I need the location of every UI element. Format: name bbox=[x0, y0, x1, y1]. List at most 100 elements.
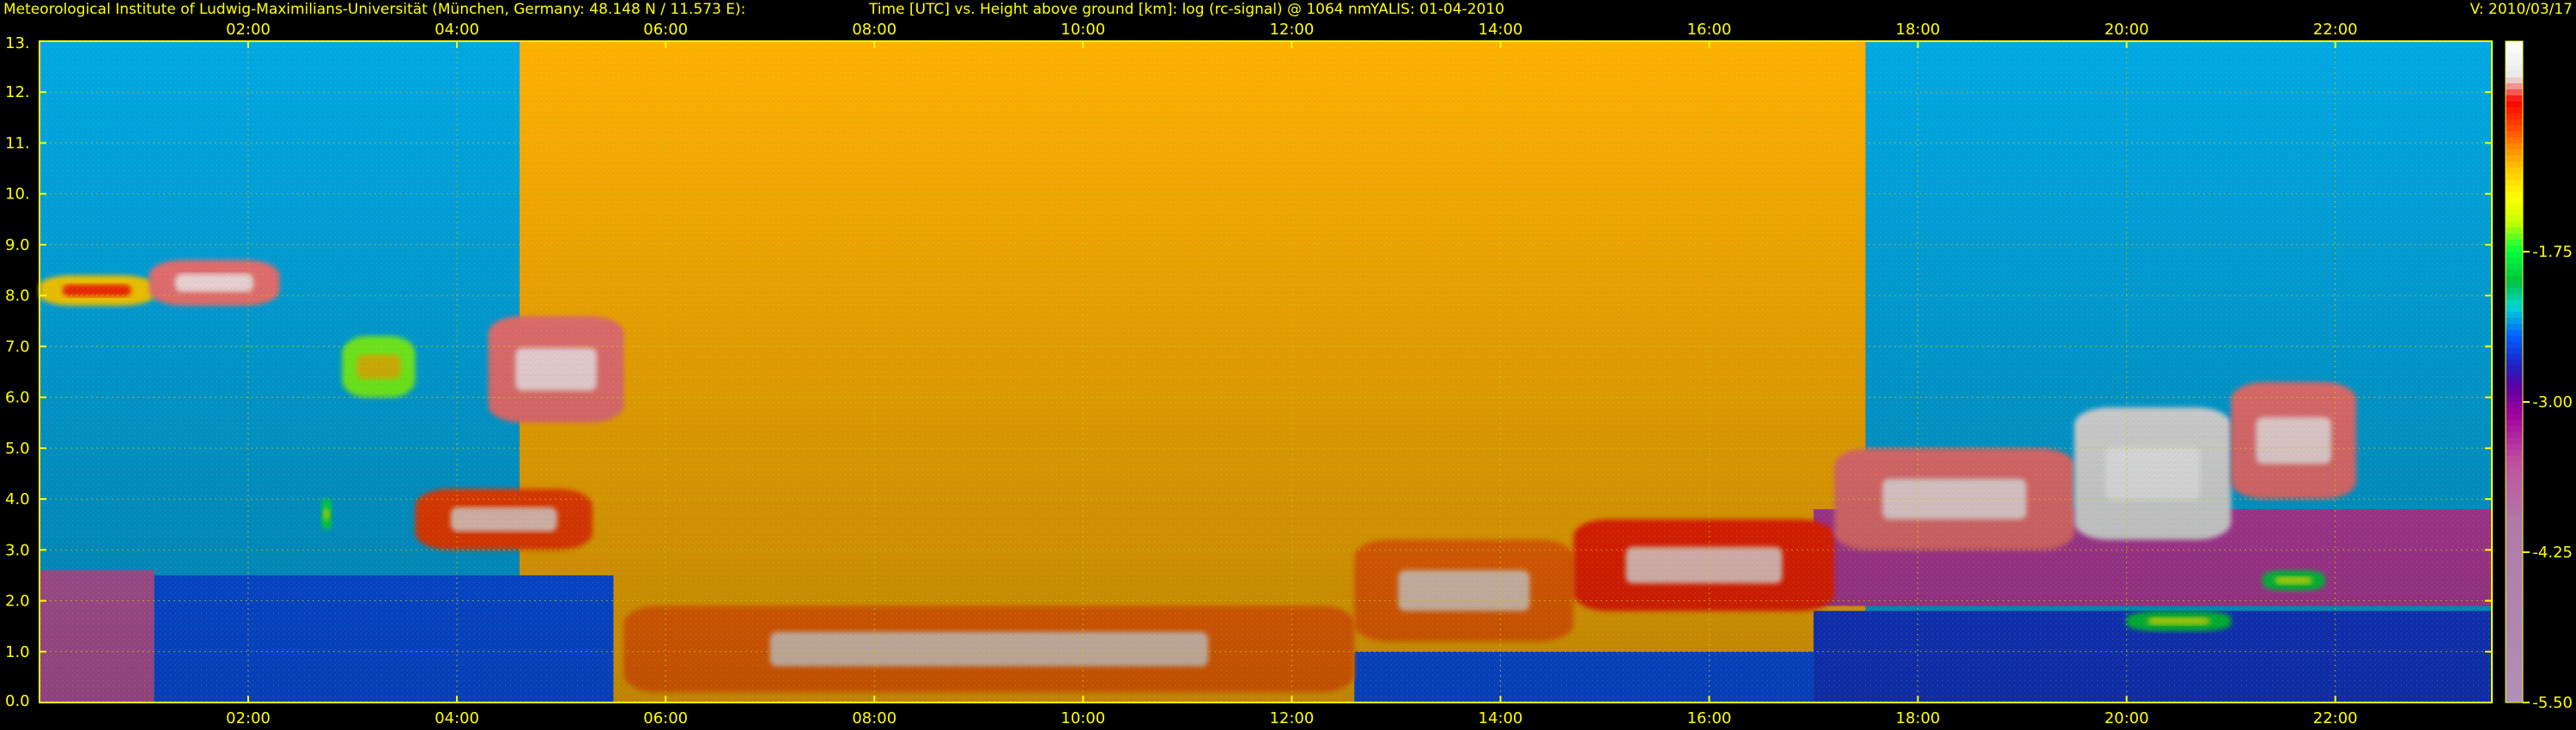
colorbar-segment bbox=[2506, 624, 2523, 631]
colorbar-segment bbox=[2506, 125, 2523, 132]
y-tick-label: 10. bbox=[5, 186, 30, 204]
colorbar-segment bbox=[2506, 480, 2523, 487]
colorbar-segment bbox=[2506, 666, 2523, 673]
y-tick-label: 12. bbox=[5, 83, 30, 101]
colorbar-segment bbox=[2506, 474, 2523, 481]
y-tick-label: 2.0 bbox=[5, 593, 30, 611]
colorbar-segment bbox=[2506, 204, 2523, 210]
colorbar-segment bbox=[2506, 198, 2523, 204]
colorbar-segment bbox=[2506, 438, 2523, 445]
colorbar-segment bbox=[2506, 564, 2523, 571]
y-tick-label: 13. bbox=[5, 34, 30, 52]
colorbar-segment bbox=[2506, 558, 2523, 565]
colorbar-segment bbox=[2506, 420, 2523, 427]
colorbar-segment bbox=[2506, 570, 2523, 577]
colorbar-segment bbox=[2506, 264, 2523, 271]
colorbar-segment bbox=[2506, 167, 2523, 174]
colorbar-segment bbox=[2506, 606, 2523, 613]
colorbar-segment bbox=[2506, 312, 2523, 319]
colorbar-segment bbox=[2506, 588, 2523, 595]
colorbar-segment bbox=[2506, 282, 2523, 289]
colorbar-segment bbox=[2506, 630, 2523, 637]
colorbar-segment bbox=[2506, 137, 2523, 144]
colorbar-segment bbox=[2506, 348, 2523, 355]
colorbar-segment bbox=[2506, 444, 2523, 451]
x-tick-label: 22:00 bbox=[2313, 709, 2358, 727]
colorbar-segment bbox=[2506, 276, 2523, 283]
colorbar-segment bbox=[2506, 77, 2523, 84]
colorbar-segment bbox=[2506, 426, 2523, 433]
colorbar-segment bbox=[2506, 384, 2523, 391]
colorbar-tick-label: -5.50 bbox=[2532, 694, 2573, 712]
colorbar-segment bbox=[2506, 222, 2523, 228]
colorbar-segment bbox=[2506, 576, 2523, 583]
colorbar-segment bbox=[2506, 149, 2523, 156]
colorbar-segment bbox=[2506, 528, 2523, 535]
colorbar-segment bbox=[2506, 228, 2523, 234]
colorbar-segment bbox=[2506, 161, 2523, 168]
colorbar-segment bbox=[2506, 552, 2523, 559]
colorbar-segment bbox=[2506, 119, 2523, 126]
colorbar-segment bbox=[2506, 540, 2523, 547]
colorbar-segment bbox=[2506, 396, 2523, 403]
y-tick-label: 4.0 bbox=[5, 490, 30, 508]
x-tick-label: 08:00 bbox=[852, 709, 896, 727]
colorbar-segment bbox=[2506, 173, 2523, 180]
colorbar-segment bbox=[2506, 408, 2523, 415]
colorbar-segment bbox=[2506, 594, 2523, 601]
x-tick-label: 06:00 bbox=[643, 709, 688, 727]
colorbar-segment bbox=[2506, 258, 2523, 265]
colorbar-segment bbox=[2506, 546, 2523, 553]
colorbar-segment bbox=[2506, 95, 2523, 102]
colorbar-segment bbox=[2506, 366, 2523, 373]
colorbar-tick-label: -3.00 bbox=[2532, 393, 2573, 411]
colorbar-segment bbox=[2506, 83, 2523, 90]
colorbar-segment bbox=[2506, 216, 2523, 222]
colorbar-segment bbox=[2506, 462, 2523, 469]
colorbar-tick-label: -4.25 bbox=[2532, 544, 2573, 562]
colorbar-segment bbox=[2506, 618, 2523, 625]
colorbar-segment bbox=[2506, 240, 2523, 246]
colorbar-segment bbox=[2506, 684, 2523, 691]
y-tick-label: 9.0 bbox=[5, 236, 30, 254]
colorbar-segment bbox=[2506, 492, 2523, 499]
y-tick-label: 1.0 bbox=[5, 643, 30, 661]
x-tick-label: 16:00 bbox=[1687, 709, 1732, 727]
colorbar-segment bbox=[2506, 65, 2523, 72]
colorbar-segment bbox=[2506, 89, 2523, 96]
colorbar-segment bbox=[2506, 41, 2523, 48]
colorbar-segment bbox=[2506, 288, 2523, 295]
x-tick-label-top: 06:00 bbox=[643, 21, 688, 39]
x-tick-label: 10:00 bbox=[1060, 709, 1105, 727]
y-tick-label: 6.0 bbox=[5, 389, 30, 407]
y-tick-label: 7.0 bbox=[5, 338, 30, 356]
colorbar-segment bbox=[2506, 179, 2523, 186]
y-tick-label: 0.0 bbox=[5, 692, 30, 710]
signal-noise-overlay bbox=[39, 41, 2492, 703]
colorbar-segment bbox=[2506, 390, 2523, 397]
x-tick-label: 02:00 bbox=[226, 709, 270, 727]
colorbar-segment bbox=[2506, 246, 2523, 252]
colorbar-segment bbox=[2506, 498, 2523, 505]
colorbar-segment bbox=[2506, 690, 2523, 697]
colorbar-segment bbox=[2506, 678, 2523, 685]
colorbar-segment bbox=[2506, 354, 2523, 361]
colorbar-segment bbox=[2506, 155, 2523, 162]
colorbar-segment bbox=[2506, 402, 2523, 409]
colorbar-segment bbox=[2506, 372, 2523, 379]
colorbar-segment bbox=[2506, 306, 2523, 313]
colorbar-segment bbox=[2506, 697, 2523, 703]
colorbar-segment bbox=[2506, 432, 2523, 439]
colorbar-segment bbox=[2506, 252, 2523, 259]
colorbar-segment bbox=[2506, 456, 2523, 463]
colorbar-segment bbox=[2506, 131, 2523, 138]
colorbar-segment bbox=[2506, 510, 2523, 517]
colorbar-segment bbox=[2506, 113, 2523, 120]
colorbar-segment bbox=[2506, 186, 2523, 192]
colorbar-segment bbox=[2506, 59, 2523, 66]
colorbar-segment bbox=[2506, 414, 2523, 421]
colorbar-segment bbox=[2506, 468, 2523, 475]
colorbar-segment bbox=[2506, 210, 2523, 216]
lidar-time-height-plot: 02:00 02:00 04:00 04:00 06:00 06:00 08:00 08:00… bbox=[5, 21, 2573, 727]
x-tick-label: 20:00 bbox=[2105, 709, 2149, 727]
